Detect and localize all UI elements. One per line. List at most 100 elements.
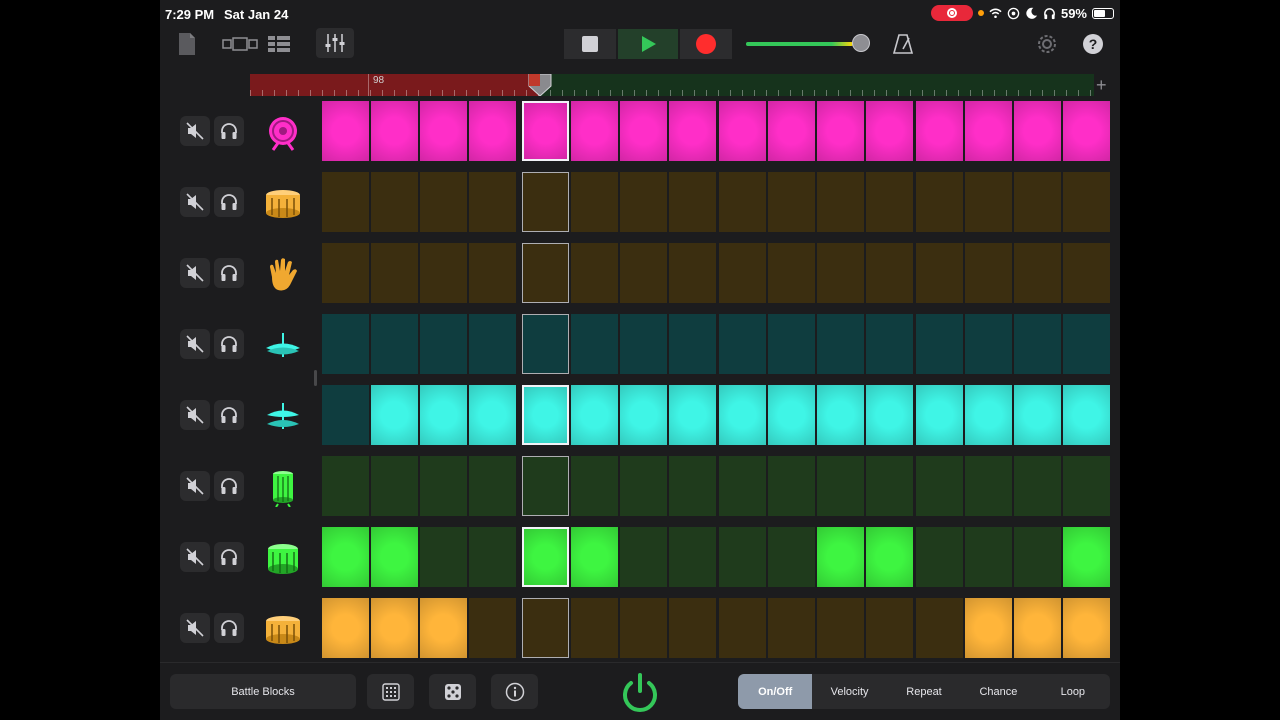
step-pad[interactable] <box>571 314 618 374</box>
step-pad[interactable] <box>371 598 418 658</box>
step-pad[interactable] <box>371 385 418 445</box>
document-icon[interactable] <box>174 30 200 58</box>
mode-repeat[interactable]: Repeat <box>887 674 961 709</box>
step-pad[interactable] <box>1014 172 1061 232</box>
step-pad[interactable] <box>866 314 913 374</box>
step-pad[interactable] <box>571 385 618 445</box>
step-pad[interactable] <box>322 243 369 303</box>
step-pad[interactable] <box>571 172 618 232</box>
step-pad[interactable] <box>916 385 963 445</box>
step-pad[interactable] <box>1014 314 1061 374</box>
step-pad[interactable] <box>571 101 618 161</box>
snare-drum-icon[interactable] <box>264 185 302 223</box>
step-pad[interactable] <box>768 456 815 516</box>
step-pad[interactable] <box>719 172 766 232</box>
step-pad[interactable] <box>469 456 516 516</box>
step-pad[interactable] <box>469 243 516 303</box>
step-pad[interactable] <box>817 598 864 658</box>
step-pad[interactable] <box>469 314 516 374</box>
step-pad[interactable] <box>571 243 618 303</box>
step-pad[interactable] <box>669 385 716 445</box>
step-pad[interactable] <box>1063 527 1110 587</box>
floor-tom-icon[interactable] <box>264 540 302 578</box>
step-pad[interactable] <box>322 385 369 445</box>
mixer-icon[interactable] <box>316 28 354 58</box>
step-pad[interactable] <box>522 385 569 445</box>
view-toggle-icon[interactable] <box>220 30 260 58</box>
solo-headphones-icon[interactable] <box>214 400 244 430</box>
step-pad[interactable] <box>1014 527 1061 587</box>
step-pad[interactable] <box>719 598 766 658</box>
step-pad[interactable] <box>965 598 1012 658</box>
step-pad[interactable] <box>916 172 963 232</box>
step-pad[interactable] <box>620 314 667 374</box>
step-pad[interactable] <box>469 385 516 445</box>
step-pad[interactable] <box>620 101 667 161</box>
step-pad[interactable] <box>965 172 1012 232</box>
mute-icon[interactable] <box>180 187 210 217</box>
step-pad[interactable] <box>420 527 467 587</box>
step-pad[interactable] <box>965 314 1012 374</box>
step-pad[interactable] <box>866 243 913 303</box>
step-pad[interactable] <box>371 172 418 232</box>
step-pad[interactable] <box>620 243 667 303</box>
step-pad[interactable] <box>965 101 1012 161</box>
mute-icon[interactable] <box>180 471 210 501</box>
play-icon[interactable] <box>618 29 678 59</box>
step-pad[interactable] <box>420 598 467 658</box>
master-volume-knob[interactable] <box>852 34 870 52</box>
metronome-icon[interactable] <box>890 30 916 58</box>
help-icon[interactable]: ? <box>1080 30 1106 58</box>
settings-icon[interactable] <box>1034 30 1060 58</box>
mode-chance[interactable]: Chance <box>961 674 1035 709</box>
step-pad[interactable] <box>817 243 864 303</box>
grid-icon[interactable] <box>367 674 414 709</box>
kick-drum-icon[interactable] <box>264 114 302 152</box>
add-section-icon[interactable]: + <box>1096 75 1107 96</box>
step-pad[interactable] <box>817 101 864 161</box>
step-pad[interactable] <box>866 527 913 587</box>
step-pad[interactable] <box>571 527 618 587</box>
info-icon[interactable] <box>491 674 538 709</box>
step-pad[interactable] <box>1063 385 1110 445</box>
step-pad[interactable] <box>420 314 467 374</box>
step-pad[interactable] <box>1063 243 1110 303</box>
record-icon[interactable] <box>680 29 732 59</box>
step-pad[interactable] <box>866 598 913 658</box>
step-pad[interactable] <box>420 172 467 232</box>
step-pad[interactable] <box>620 456 667 516</box>
step-pad[interactable] <box>719 243 766 303</box>
step-pad[interactable] <box>1063 101 1110 161</box>
step-pad[interactable] <box>669 527 716 587</box>
stop-icon[interactable] <box>564 29 616 59</box>
step-pad[interactable] <box>817 456 864 516</box>
step-pad[interactable] <box>571 598 618 658</box>
step-pad[interactable] <box>719 314 766 374</box>
step-pad[interactable] <box>965 527 1012 587</box>
step-pad[interactable] <box>322 172 369 232</box>
mute-icon[interactable] <box>180 258 210 288</box>
step-pad[interactable] <box>322 527 369 587</box>
step-pad[interactable] <box>1014 598 1061 658</box>
mode-loop[interactable]: Loop <box>1036 674 1110 709</box>
tom-drum-icon[interactable] <box>264 469 302 507</box>
mode-velocity[interactable]: Velocity <box>812 674 886 709</box>
step-pad[interactable] <box>371 101 418 161</box>
step-pad[interactable] <box>522 243 569 303</box>
step-pad[interactable] <box>916 598 963 658</box>
step-pad[interactable] <box>817 172 864 232</box>
step-pad[interactable] <box>866 385 913 445</box>
step-pad[interactable] <box>1063 456 1110 516</box>
step-pad[interactable] <box>522 101 569 161</box>
step-pad[interactable] <box>371 456 418 516</box>
step-pad[interactable] <box>817 385 864 445</box>
step-pad[interactable] <box>866 101 913 161</box>
step-pad[interactable] <box>620 527 667 587</box>
mode-on-off[interactable]: On/Off <box>738 674 813 709</box>
clap-hand-icon[interactable] <box>264 256 302 294</box>
step-pad[interactable] <box>719 385 766 445</box>
step-pad[interactable] <box>768 172 815 232</box>
step-pad[interactable] <box>719 456 766 516</box>
step-pad[interactable] <box>866 456 913 516</box>
hihat-closed-icon[interactable] <box>264 327 302 365</box>
